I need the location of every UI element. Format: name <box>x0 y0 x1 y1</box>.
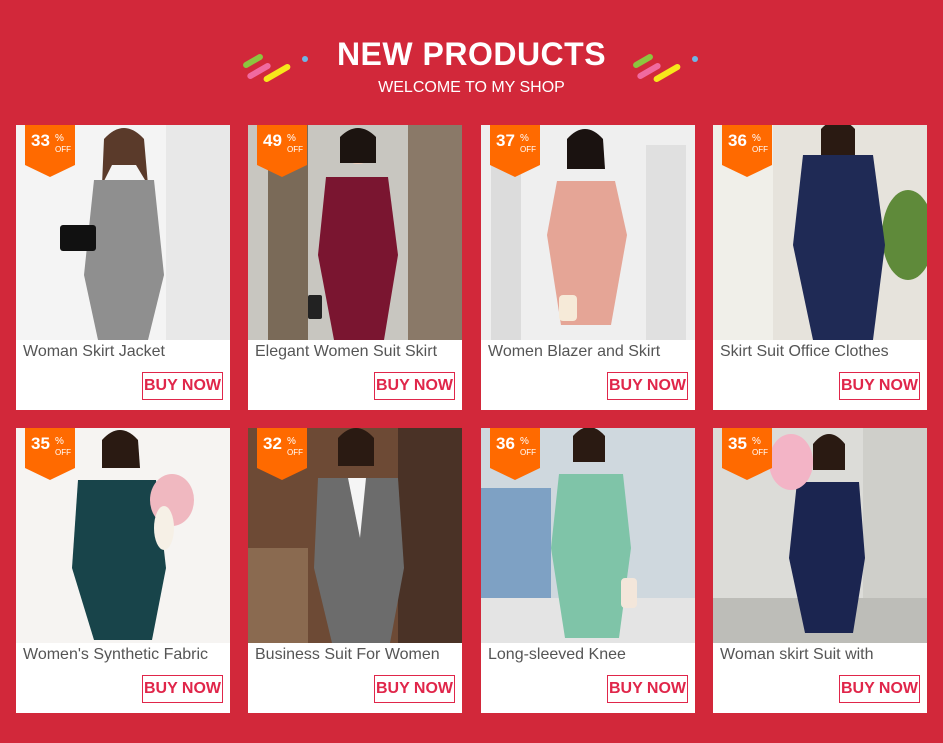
page-subtitle: WELCOME TO MY SHOP <box>378 79 565 96</box>
product-name[interactable]: Skirt Suit Office Clothes <box>720 343 925 361</box>
product-card[interactable]: 33 % OFF Woman Skirt Jacket BUY NOW <box>16 125 230 410</box>
discount-badge: 35 % OFF <box>722 428 772 480</box>
product-photo[interactable]: 33 % OFF <box>16 125 230 340</box>
discount-badge: 36 % OFF <box>722 125 772 177</box>
product-name[interactable]: Women Blazer and Skirt <box>488 343 693 361</box>
buy-now-button[interactable]: BUY NOW <box>374 372 455 400</box>
buy-now-button[interactable]: BUY NOW <box>839 372 920 400</box>
buy-now-button[interactable]: BUY NOW <box>839 675 920 703</box>
product-name[interactable]: Woman skirt Suit with <box>720 646 925 664</box>
product-name[interactable]: Woman Skirt Jacket <box>23 343 228 361</box>
product-photo[interactable]: 36 % OFF <box>481 428 695 643</box>
product-name[interactable]: Long-sleeved Knee <box>488 646 693 664</box>
product-card[interactable]: 49 % OFF Elegant Women Suit Skirt BUY NO… <box>248 125 462 410</box>
product-photo[interactable]: 37 % OFF <box>481 125 695 340</box>
product-name[interactable]: Business Suit For Women <box>255 646 460 664</box>
discount-badge: 33 % OFF <box>25 125 75 177</box>
product-card[interactable]: 36 % OFF Long-sleeved Knee BUY NOW <box>481 428 695 713</box>
product-name[interactable]: Women's Synthetic Fabric <box>23 646 228 664</box>
discount-badge: 37 % OFF <box>490 125 540 177</box>
product-photo[interactable]: 36 % OFF <box>713 125 927 340</box>
decoration-right-icon <box>630 48 700 88</box>
buy-now-button[interactable]: BUY NOW <box>607 675 688 703</box>
product-photo[interactable]: 32 % OFF <box>248 428 462 643</box>
discount-badge: 36 % OFF <box>490 428 540 480</box>
product-card[interactable]: 32 % OFF Business Suit For Women BUY NOW <box>248 428 462 713</box>
buy-now-button[interactable]: BUY NOW <box>142 372 223 400</box>
buy-now-button[interactable]: BUY NOW <box>142 675 223 703</box>
discount-badge: 49 % OFF <box>257 125 307 177</box>
discount-badge: 35 % OFF <box>25 428 75 480</box>
product-card[interactable]: 37 % OFF Women Blazer and Skirt BUY NOW <box>481 125 695 410</box>
page-header: NEW PRODUCTS WELCOME TO MY SHOP <box>0 0 943 120</box>
buy-now-button[interactable]: BUY NOW <box>374 675 455 703</box>
product-card[interactable]: 36 % OFF Skirt Suit Office Clothes BUY N… <box>713 125 927 410</box>
product-photo[interactable]: 49 % OFF <box>248 125 462 340</box>
page-title: NEW PRODUCTS <box>336 36 607 72</box>
product-photo[interactable]: 35 % OFF <box>16 428 230 643</box>
buy-now-button[interactable]: BUY NOW <box>607 372 688 400</box>
product-photo[interactable]: 35 % OFF <box>713 428 927 643</box>
product-card[interactable]: 35 % OFF Women's Synthetic Fabric BUY NO… <box>16 428 230 713</box>
product-card[interactable]: 35 % OFF Woman skirt Suit with BUY NOW <box>713 428 927 713</box>
discount-badge: 32 % OFF <box>257 428 307 480</box>
product-name[interactable]: Elegant Women Suit Skirt <box>255 343 460 361</box>
